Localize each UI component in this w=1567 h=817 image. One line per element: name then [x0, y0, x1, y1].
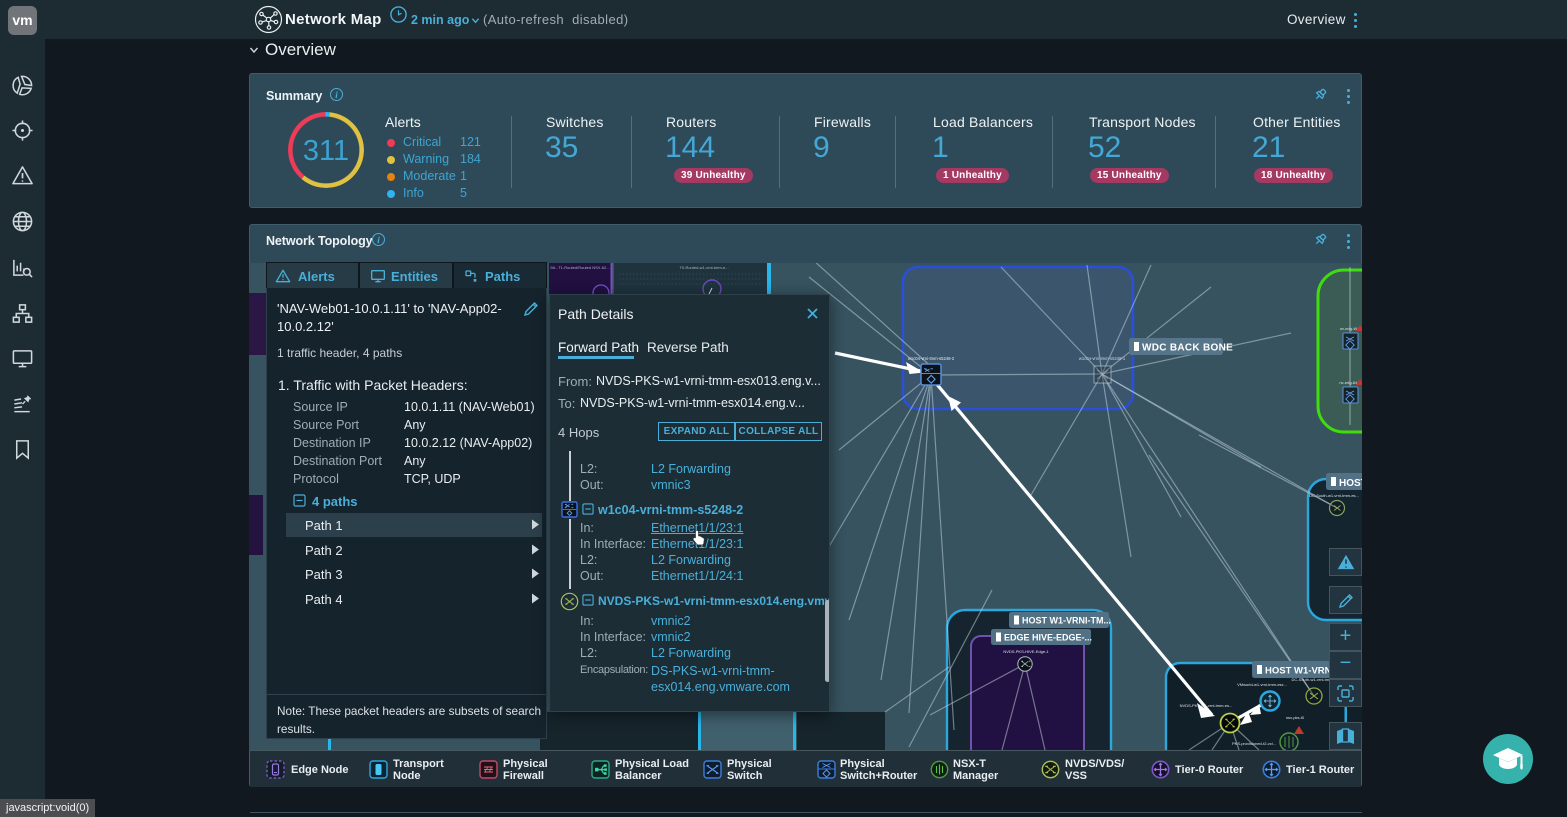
svg-text:HOST W1-VRNI-TM...: HOST W1-VRNI-TM... [1022, 616, 1111, 626]
svg-text:EDGE HIVE-EDGE-...: EDGE HIVE-EDGE-... [1004, 633, 1092, 643]
svg-text:58...T1-Routed/Routed NSX-62..: 58...T1-Routed/Routed NSX-62... [550, 265, 609, 270]
svg-text:w1c04-vrni-tmm-s5248-1: w1c04-vrni-tmm-s5248-1 [1079, 356, 1126, 361]
svg-text:PKS-provisioned-t2-vxl...: PKS-provisioned-t2-vxl... [1232, 741, 1276, 746]
svg-text:HOST W1-VRNI-: HOST W1-VRNI- [1265, 666, 1337, 677]
svg-text:WDC BACK BONE: WDC BACK BONE [1142, 343, 1233, 354]
svg-text:DC-South-w1-vrni-tmm-es...: DC-South-w1-vrni-tmm-es... [1309, 493, 1359, 498]
svg-text:HOST: HOST [1339, 478, 1362, 489]
svg-text:NVDS-PKS-HIVE-Edge-1: NVDS-PKS-HIVE-Edge-1 [1003, 649, 1049, 654]
svg-text:NVDS-PKS-w1-vrni-tmm-es...: NVDS-PKS-w1-vrni-tmm-es... [1180, 703, 1233, 708]
svg-text:w1c04-vrni-tmm-s5248-2: w1c04-vrni-tmm-s5248-2 [908, 356, 955, 361]
svg-text:nsx-pks-t0: nsx-pks-t0 [1286, 715, 1305, 720]
svg-text:T0-Routed-w1-vrni-tmm-e...: T0-Routed-w1-vrni-tmm-e... [679, 265, 728, 270]
svg-text:VMworld-w1-vrni-tmm-esx...: VMworld-w1-vrni-tmm-esx... [1237, 682, 1287, 687]
